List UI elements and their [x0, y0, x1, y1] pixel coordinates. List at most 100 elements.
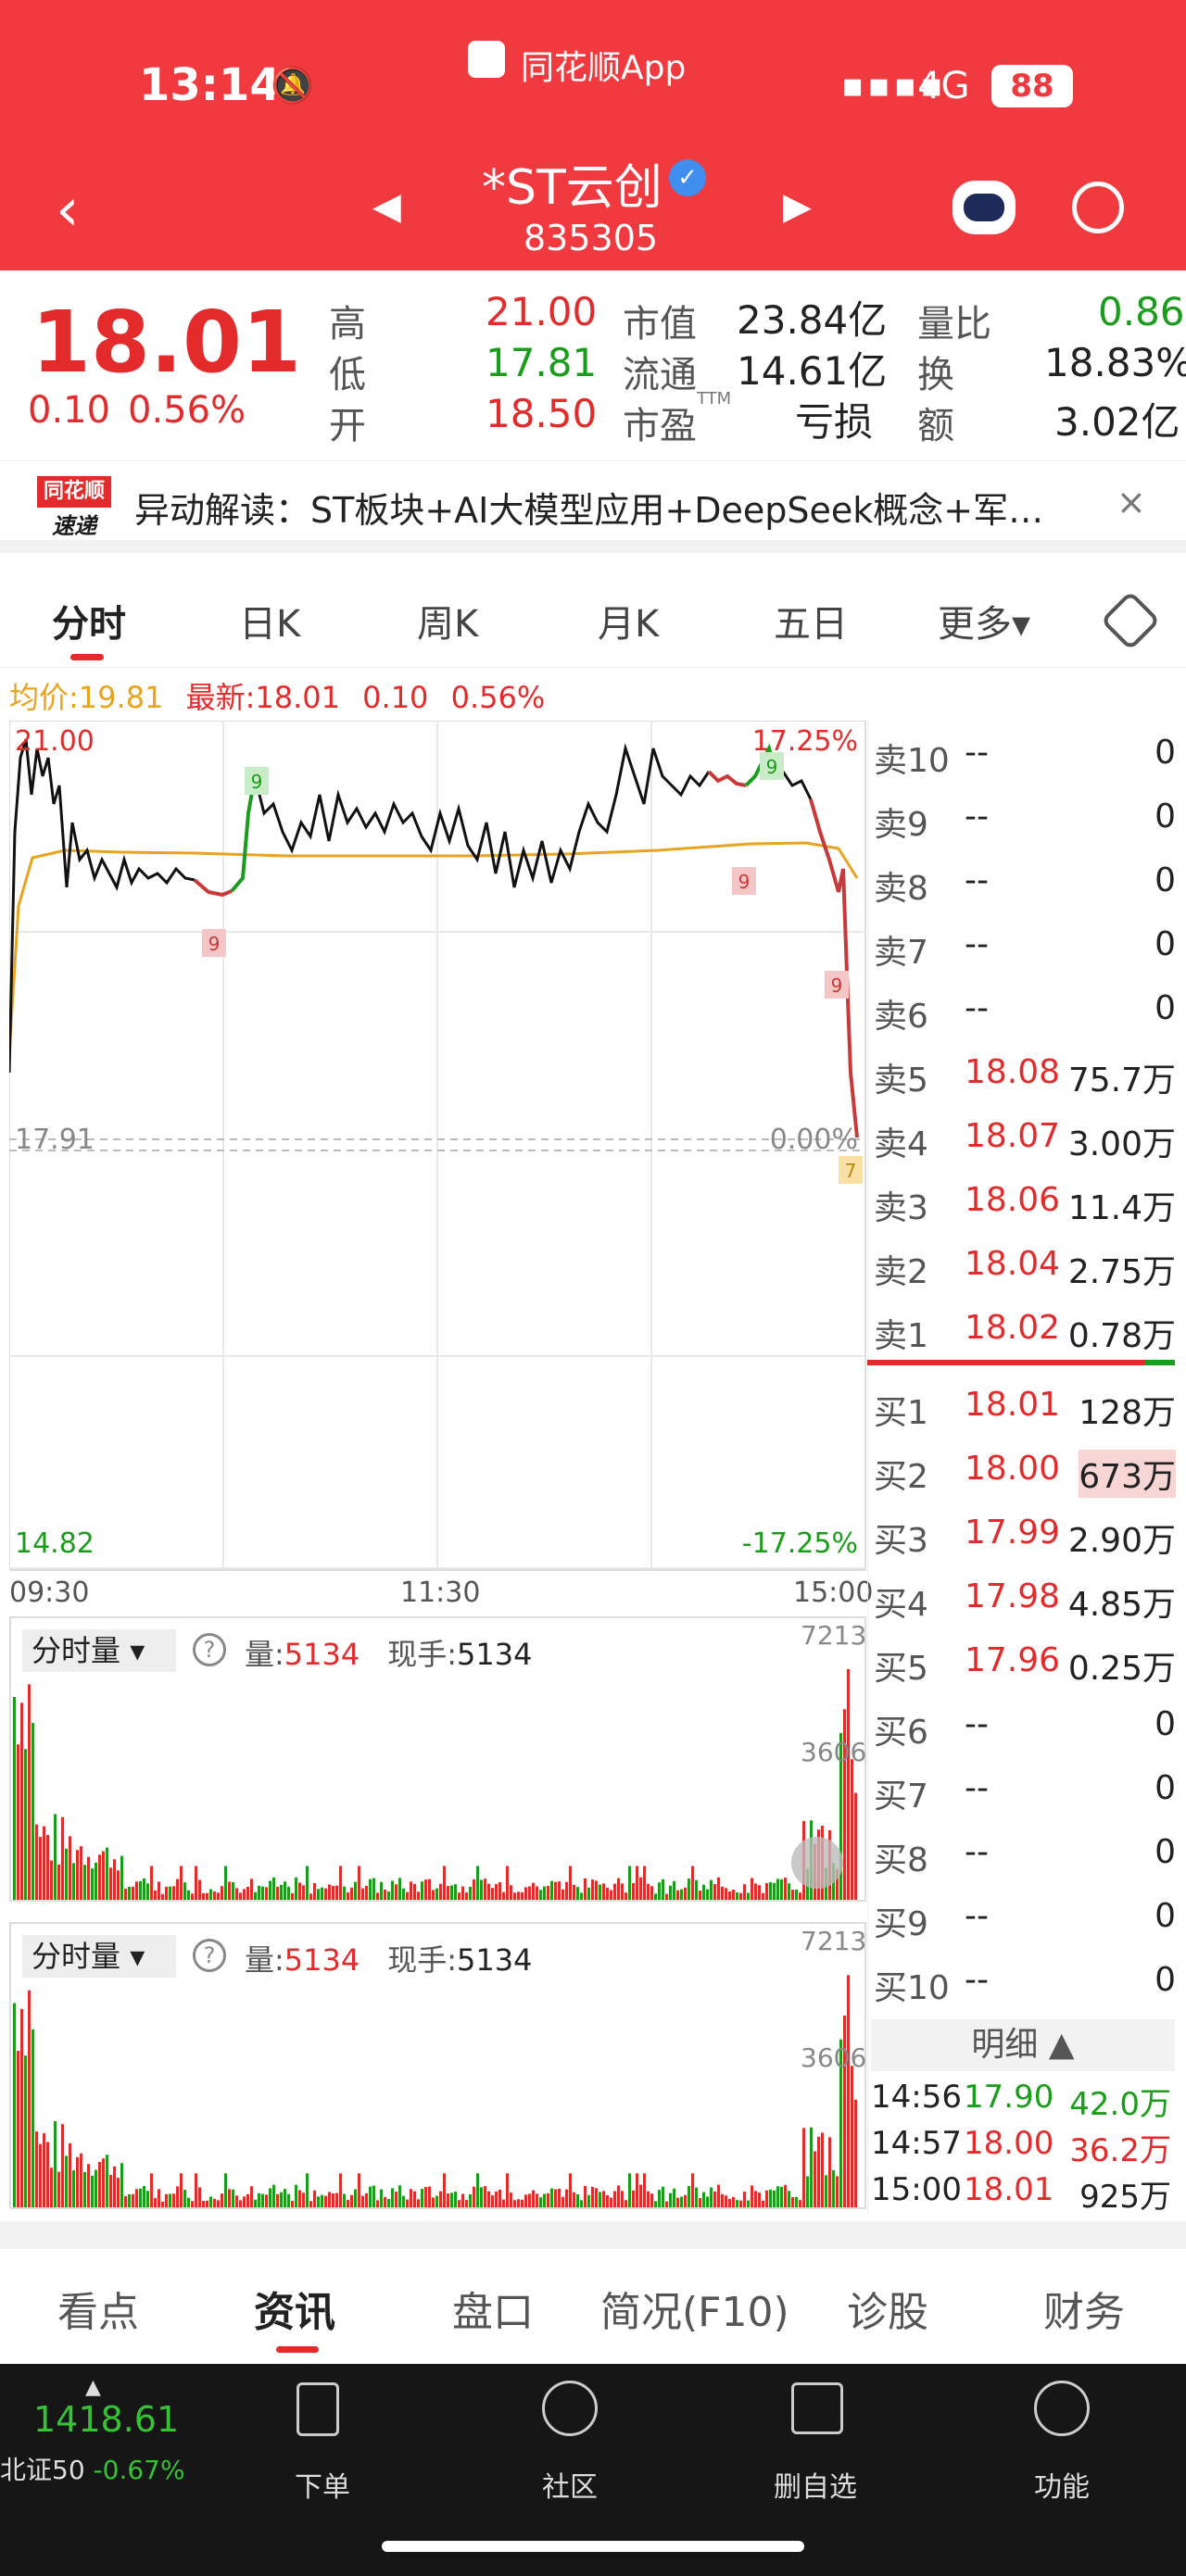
volume-bar: [495, 1884, 498, 1900]
volume-bar: [569, 2173, 572, 2207]
volume-bar: [61, 1816, 64, 1900]
tick-row: 14:57 18.00 36.2万: [871, 2125, 1177, 2171]
tab-f10[interactable]: 简况(F10): [600, 2279, 789, 2338]
ask-row[interactable]: 卖3 18.06 11.4万: [868, 1172, 1183, 1227]
tab-news[interactable]: 资讯: [254, 2279, 335, 2338]
settings-hexagon-icon[interactable]: [1100, 590, 1161, 651]
next-stock-icon[interactable]: ▶: [783, 185, 812, 228]
ask-row[interactable]: 卖6 -- 0: [868, 980, 1183, 1036]
volume-bar: [736, 1892, 738, 1900]
announcement-bar[interactable]: 同花顺 速递 异动解读：ST板块+AI大模型应用+DeepSeek概念+军… ×: [0, 460, 1186, 553]
volume-bar: [365, 1885, 368, 1900]
prev-stock-icon[interactable]: ◀: [372, 185, 401, 228]
book-price: --: [965, 925, 989, 963]
ask-row[interactable]: 卖1 18.02 0.78万: [868, 1300, 1183, 1355]
volume-bar: [699, 2198, 701, 2207]
volume-bar: [673, 1880, 675, 1900]
ask-row[interactable]: 卖8 -- 0: [868, 852, 1183, 908]
bid-row[interactable]: 买2 18.00 673万: [868, 1440, 1183, 1498]
bid-row[interactable]: 买3 17.99 2.90万: [868, 1504, 1183, 1560]
volume-bar: [495, 2191, 498, 2207]
volume-bar: [699, 1891, 701, 1900]
volume-bar: [113, 2166, 116, 2207]
remove-watchlist-icon[interactable]: [791, 2382, 843, 2434]
ask-row[interactable]: 卖9 -- 0: [868, 788, 1183, 844]
volume-bar: [721, 1886, 724, 1900]
nav-remove-watchlist[interactable]: 删自选: [741, 2464, 890, 2505]
book-price: 18.07: [965, 1117, 1061, 1155]
bid-row[interactable]: 买6 -- 0: [868, 1696, 1183, 1752]
volume-bar: [398, 1878, 401, 1900]
back-icon[interactable]: ‹: [56, 176, 80, 245]
index-label[interactable]: 北证50 -0.67%: [0, 2450, 185, 2487]
ask-row[interactable]: 卖2 18.04 2.75万: [868, 1236, 1183, 1291]
nav-order[interactable]: 下单: [248, 2464, 397, 2505]
volume-bar: [376, 1892, 379, 1900]
volume-bar: [476, 1866, 479, 1900]
fullscreen-icon[interactable]: [791, 1837, 843, 1889]
index-value[interactable]: 1418.61: [33, 2399, 179, 2440]
volume-bar: [769, 2189, 772, 2207]
bid-row[interactable]: 买1 18.01 128万: [868, 1376, 1183, 1432]
volume-bar: [172, 2193, 175, 2207]
volume-bar: [521, 1891, 524, 1900]
nav-community[interactable]: 社区: [496, 2464, 644, 2505]
volume-selector[interactable]: 分时量 ▾: [22, 1935, 176, 1978]
volume-bar: [532, 2190, 535, 2207]
tab-five-day[interactable]: 五日: [774, 594, 848, 647]
tab-daily-k[interactable]: 日K: [239, 594, 300, 647]
volume-bar: [643, 2173, 646, 2207]
tab-more[interactable]: 更多▾: [938, 594, 1030, 647]
book-volume: 0: [1154, 734, 1176, 772]
float-value: 14.61亿: [737, 348, 888, 394]
tab-intraday[interactable]: 分时: [52, 594, 126, 647]
tab-weekly-k[interactable]: 周K: [417, 594, 478, 647]
volume-bar: [636, 1866, 638, 1900]
volume-bar: [295, 2184, 297, 2207]
close-icon[interactable]: ×: [1117, 482, 1146, 522]
book-level: 卖6: [874, 998, 928, 1036]
order-icon[interactable]: [296, 2382, 339, 2436]
volume-bar: [680, 2196, 683, 2207]
volume-bar: [569, 1866, 572, 1900]
community-icon[interactable]: [542, 2381, 598, 2436]
help-icon[interactable]: ?: [193, 1939, 226, 1972]
menu-icon[interactable]: [1034, 2381, 1090, 2436]
ask-row[interactable]: 卖7 -- 0: [868, 916, 1183, 972]
book-level: 买9: [874, 1905, 928, 1943]
volume-bar: [324, 1888, 327, 1900]
volume-bar: [669, 2193, 672, 2207]
book-volume: 2.75万: [1067, 1253, 1176, 1291]
search-icon[interactable]: [1072, 182, 1124, 233]
bid-row[interactable]: 买10 -- 0: [868, 1952, 1183, 2007]
tab-monthly-k[interactable]: 月K: [598, 594, 659, 647]
volume-bar: [550, 1880, 553, 1900]
volume-bar: [610, 2197, 612, 2207]
volume-bar: [195, 1866, 197, 1900]
tick-volume: 36.2万: [1069, 2132, 1171, 2169]
bid-row[interactable]: 买7 -- 0: [868, 1760, 1183, 1816]
volume-bar: [206, 1892, 208, 1900]
nav-function[interactable]: 功能: [988, 2464, 1136, 2505]
bid-row[interactable]: 买8 -- 0: [868, 1824, 1183, 1879]
volume-bar: [521, 2199, 524, 2207]
detail-toggle[interactable]: 明细 ▲: [871, 2019, 1175, 2071]
help-icon[interactable]: ?: [193, 1633, 226, 1666]
intraday-chart[interactable]: 9 9 9 9 9 7 21.00 17.91 14.82 17.25% 0.0…: [9, 721, 866, 1571]
bid-row[interactable]: 买5 17.96 0.25万: [868, 1632, 1183, 1688]
volume-bar: [602, 1883, 605, 1900]
ask-row[interactable]: 卖10 -- 0: [868, 724, 1183, 780]
bid-row[interactable]: 买9 -- 0: [868, 1888, 1183, 1943]
volume-bar: [350, 1887, 353, 1900]
volume-bar: [536, 2193, 538, 2207]
tab-finance[interactable]: 财务: [1043, 2279, 1125, 2338]
ask-row[interactable]: 卖5 18.08 75.7万: [868, 1044, 1183, 1100]
volume-selector[interactable]: 分时量 ▾: [22, 1629, 176, 1672]
volume-bar: [120, 2163, 123, 2207]
tab-highlights[interactable]: 看点: [57, 2279, 139, 2338]
tab-diagnosis[interactable]: 诊股: [847, 2279, 928, 2338]
bid-row[interactable]: 买4 17.98 4.85万: [868, 1568, 1183, 1624]
ask-row[interactable]: 卖4 18.07 3.00万: [868, 1108, 1183, 1163]
robot-assistant-icon[interactable]: [953, 181, 1016, 234]
tab-orderbook[interactable]: 盘口: [452, 2279, 534, 2338]
